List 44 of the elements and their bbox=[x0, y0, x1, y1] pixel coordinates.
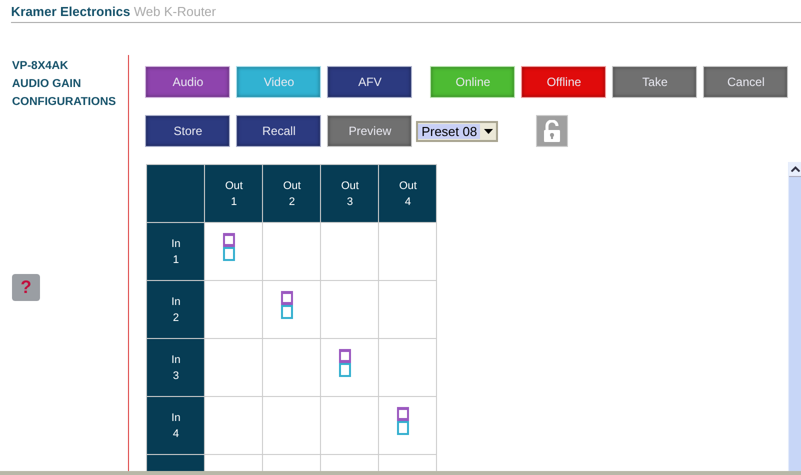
sidebar-link[interactable]: AUDIO GAIN bbox=[12, 78, 128, 90]
caret-icon bbox=[484, 128, 493, 134]
output-header: Out 4 bbox=[379, 165, 436, 222]
scrollbar[interactable] bbox=[788, 162, 801, 471]
toolbar-button[interactable]: Preview bbox=[327, 115, 412, 147]
preset-dropdown[interactable]: Preset 08 bbox=[416, 120, 498, 142]
toolbar-button[interactable]: Take bbox=[612, 66, 698, 98]
header-cell bbox=[147, 165, 204, 222]
toolbar-button[interactable]: Cancel bbox=[703, 66, 788, 98]
crosspoint-cell[interactable] bbox=[379, 223, 436, 280]
crosspoint-cell[interactable] bbox=[205, 223, 262, 280]
output-header: Out 1 bbox=[205, 165, 262, 222]
input-header: In 1 bbox=[147, 223, 204, 280]
crosspoint-cell[interactable] bbox=[379, 281, 436, 338]
crosspoint-cell[interactable] bbox=[263, 397, 320, 454]
crosspoint-cell[interactable] bbox=[205, 339, 262, 396]
crosspoint-cell[interactable] bbox=[321, 223, 378, 280]
toolbar-button[interactable]: AFV bbox=[327, 66, 412, 98]
output-header: Out 3 bbox=[321, 165, 378, 222]
input-header: In 2 bbox=[147, 281, 204, 338]
crosspoint-cell[interactable] bbox=[321, 281, 378, 338]
crosspoint-cell[interactable] bbox=[321, 397, 378, 454]
crosspoint-cell[interactable] bbox=[263, 339, 320, 396]
input-header: In 3 bbox=[147, 339, 204, 396]
output-header: Out 2 bbox=[263, 165, 320, 222]
toolbar-button[interactable]: Recall bbox=[236, 115, 322, 147]
toolbar-button[interactable]: Store bbox=[145, 115, 230, 147]
crosspoint-cell[interactable] bbox=[205, 281, 262, 338]
toolbar-button[interactable]: Audio bbox=[145, 66, 230, 98]
input-header: In 4 bbox=[147, 397, 204, 454]
sidebar-link[interactable]: VP-8X4AK bbox=[12, 60, 128, 72]
brand-title: Kramer Electronics bbox=[11, 4, 130, 19]
crosspoint-cell[interactable] bbox=[379, 339, 436, 396]
product-title: Web K-Router bbox=[134, 4, 216, 19]
lock-button[interactable] bbox=[536, 115, 568, 147]
padlock-icon bbox=[544, 120, 560, 142]
crosspoint-cell[interactable] bbox=[205, 397, 262, 454]
crosspoint-cell[interactable] bbox=[263, 281, 320, 338]
crosspoint-cell[interactable] bbox=[263, 223, 320, 280]
scroll-up-icon bbox=[790, 166, 800, 172]
crosspoint-cell[interactable] bbox=[379, 397, 436, 454]
sidebar-link[interactable]: CONFIGURATIONS bbox=[12, 96, 128, 108]
toolbar-button[interactable]: Offline bbox=[521, 66, 606, 98]
crosspoint-cell[interactable] bbox=[321, 339, 378, 396]
